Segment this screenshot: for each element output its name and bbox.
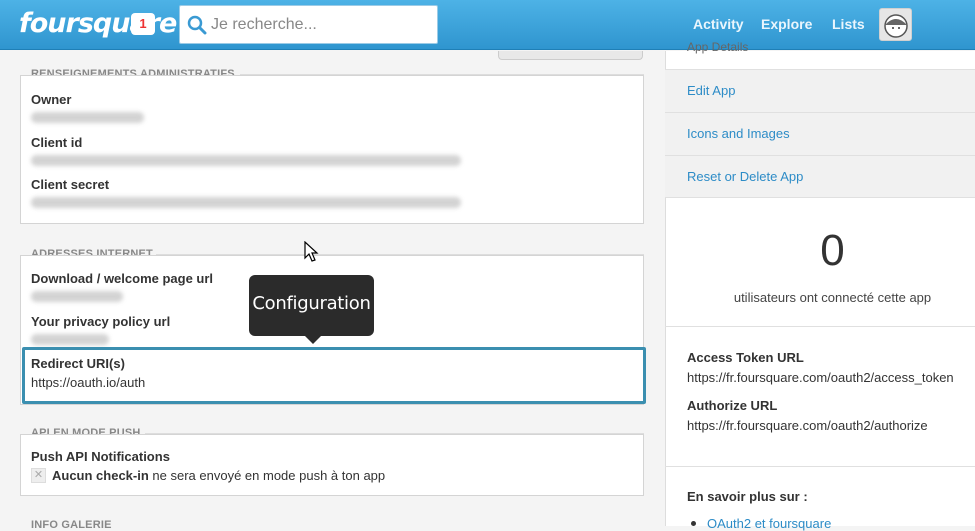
avatar-icon	[884, 14, 908, 38]
push-status-bold: Aucun check-in	[52, 468, 149, 483]
app-details-heading: App Details	[687, 40, 749, 54]
access-token-value: https://fr.foursquare.com/oauth2/access_…	[687, 370, 954, 385]
search-box[interactable]	[179, 5, 438, 44]
search-input[interactable]	[211, 14, 431, 36]
user-avatar[interactable]	[879, 8, 912, 41]
notification-badge[interactable]: 1	[131, 13, 155, 35]
learn-more-heading: En savoir plus sur :	[687, 489, 808, 504]
client-id-redacted	[31, 155, 461, 166]
top-button-stub[interactable]	[498, 51, 643, 60]
privacy-url-redacted	[31, 334, 109, 345]
menu-icons-images[interactable]: Icons and Images	[665, 112, 975, 155]
push-status-rest: ne sera envoyé en mode push à ton app	[148, 468, 386, 483]
client-id-label: Client id	[31, 135, 83, 150]
top-navigation-bar: foursquare 1 Activity Explore Lists	[0, 0, 975, 50]
user-count: 0	[820, 226, 845, 275]
nav-lists[interactable]: Lists	[832, 16, 865, 32]
push-status-text: Aucun check-in ne sera envoyé en mode pu…	[52, 468, 385, 483]
menu-icons-images-label[interactable]: Icons and Images	[687, 126, 790, 141]
owner-label: Owner	[31, 92, 72, 107]
divider	[665, 466, 975, 467]
mouse-pointer-icon	[304, 241, 319, 262]
tooltip-arrow	[304, 335, 322, 344]
access-token-label: Access Token URL	[687, 350, 804, 365]
privacy-url-label: Your privacy policy url	[31, 314, 171, 329]
download-url-redacted	[31, 291, 123, 302]
nav-explore[interactable]: Explore	[761, 16, 812, 32]
configuration-tooltip: Configuration	[249, 275, 374, 344]
menu-edit-app-label[interactable]: Edit App	[687, 83, 735, 98]
redirect-uri-label: Redirect URI(s)	[31, 356, 125, 371]
nav-activity[interactable]: Activity	[693, 16, 744, 32]
search-icon	[187, 15, 207, 35]
menu-reset-delete-label[interactable]: Reset or Delete App	[687, 169, 803, 184]
list-bullet	[691, 521, 696, 526]
push-box	[20, 434, 644, 496]
download-url-label: Download / welcome page url	[31, 271, 214, 286]
client-secret-redacted	[31, 197, 461, 208]
oauth2-link[interactable]: OAuth2 et foursquare	[707, 516, 831, 531]
owner-value-redacted	[31, 112, 144, 123]
menu-edit-app[interactable]: Edit App	[665, 69, 975, 112]
authorize-url-value: https://fr.foursquare.com/oauth2/authori…	[687, 418, 928, 433]
gallery-section-title: INFO GALERIE	[31, 519, 112, 531]
client-secret-label: Client secret	[31, 177, 110, 192]
push-api-label: Push API Notifications	[31, 449, 170, 464]
push-checkbox[interactable]: ✕	[31, 468, 46, 483]
user-count-label: utilisateurs ont connecté cette app	[733, 290, 932, 305]
redirect-uri-value[interactable]: https://oauth.io/auth	[31, 375, 145, 390]
tooltip-text: Configuration	[252, 293, 371, 314]
menu-reset-delete[interactable]: Reset or Delete App	[665, 155, 975, 198]
divider	[665, 326, 975, 327]
authorize-url-label: Authorize URL	[687, 398, 778, 413]
